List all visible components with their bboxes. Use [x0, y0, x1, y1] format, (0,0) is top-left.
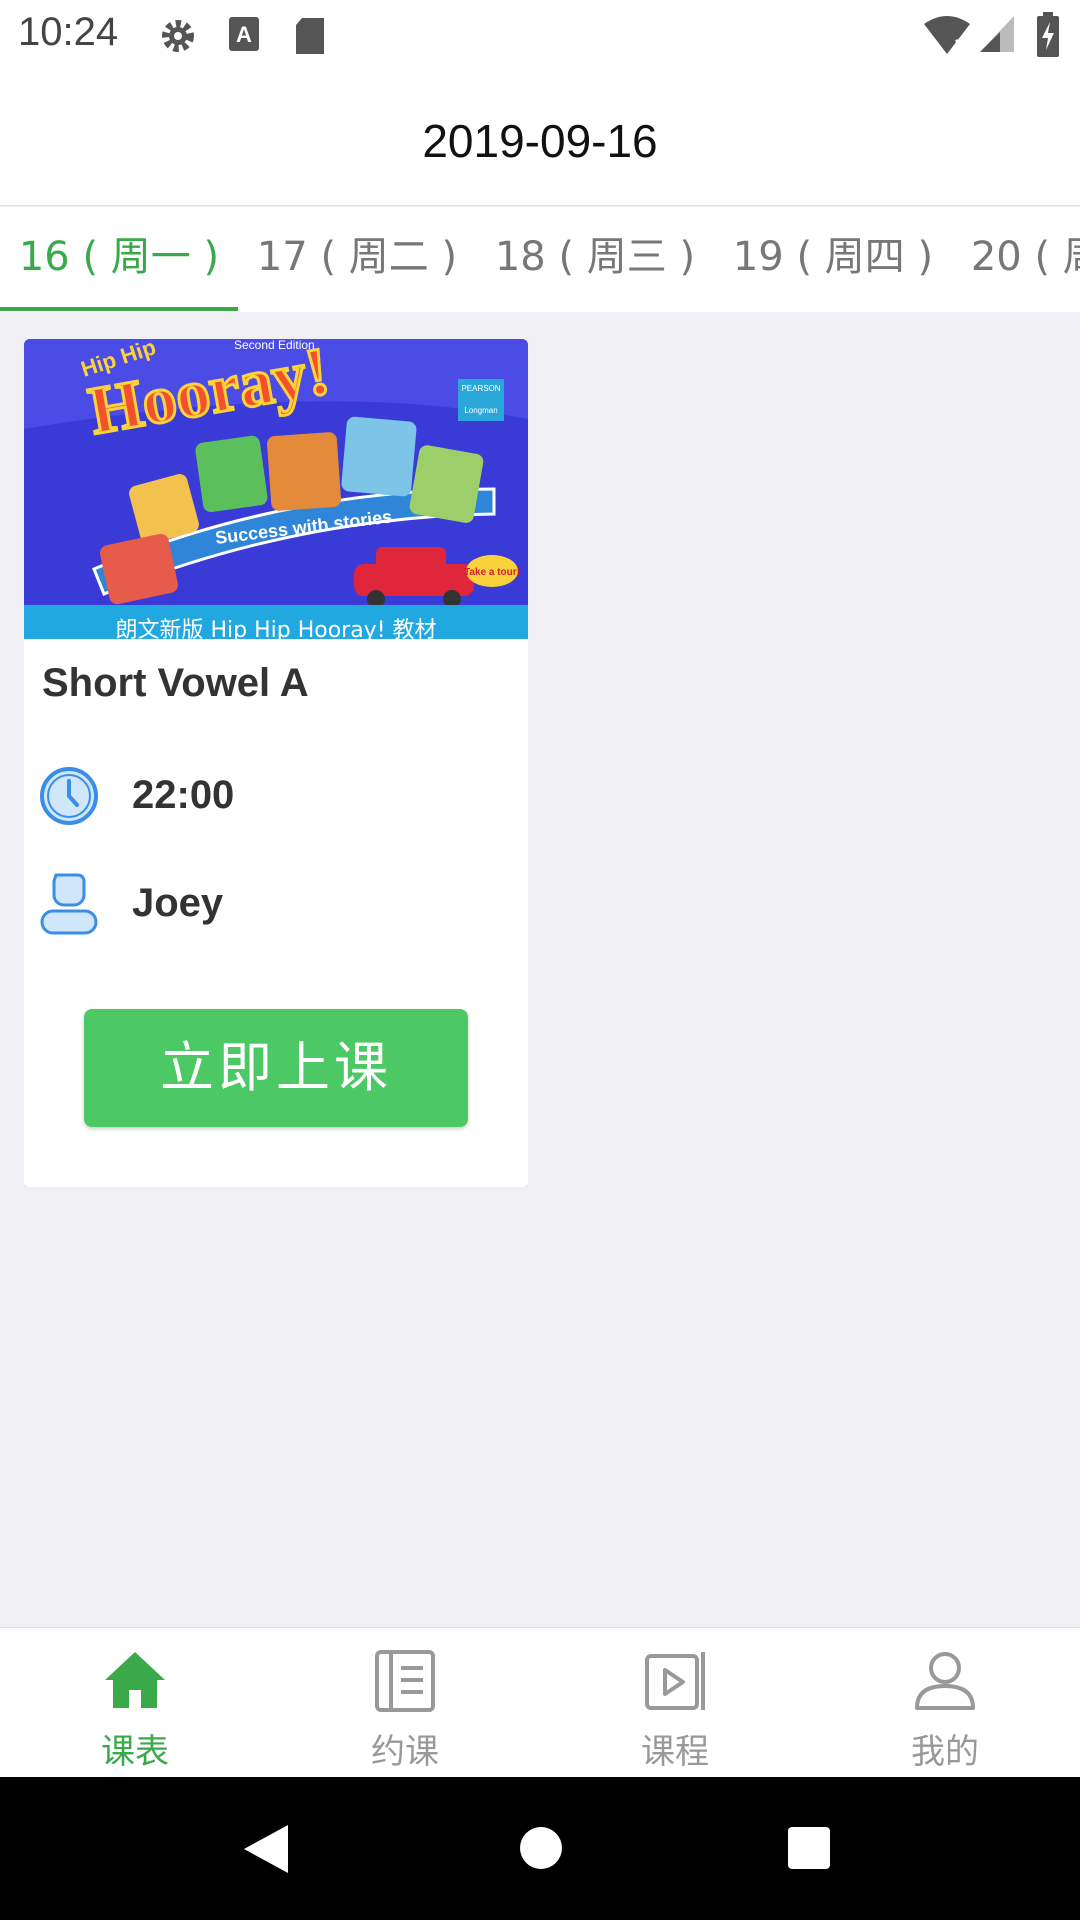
system-nav-bar [0, 1777, 1080, 1920]
cover-publisher: PEARSON [461, 384, 500, 393]
nav-item-courses[interactable]: 课程 [540, 1628, 810, 1778]
teacher-name: Joey [132, 881, 224, 925]
tab-day-18[interactable]: 18 ( 周三 ) [476, 207, 714, 312]
status-bar: 10:24 A [0, 0, 1080, 76]
tab-day-17[interactable]: 17 ( 周二 ) [238, 207, 476, 312]
page-title: 2019-09-16 [422, 115, 658, 167]
nav-label-book-class: 约课 [371, 1732, 439, 1772]
svg-text:A: A [236, 22, 252, 47]
course-cover-image: Hip Hip Hooray! Second Edition Success w… [24, 339, 528, 643]
nav-item-mine[interactable]: 我的 [810, 1628, 1080, 1778]
course-name: Short Vowel A [42, 661, 309, 705]
date-tabs: 16 ( 周一 ) 17 ( 周二 ) 18 ( 周三 ) 19 ( 周四 ) … [0, 207, 1080, 312]
back-icon[interactable] [240, 1821, 292, 1881]
book-icon [373, 1648, 437, 1716]
cover-edition: Second Edition [234, 339, 315, 352]
tab-indicator [0, 307, 238, 311]
video-icon [643, 1648, 707, 1716]
course-time: 22:00 [132, 773, 235, 817]
nav-item-book-class[interactable]: 约课 [270, 1628, 540, 1778]
home-icon [103, 1648, 167, 1716]
course-card[interactable]: Hip Hip Hooray! Second Edition Success w… [24, 339, 528, 1187]
a-notification-icon: A [228, 16, 260, 58]
nav-item-schedule[interactable]: 课表 [0, 1628, 270, 1778]
status-time: 10:24 [18, 10, 119, 54]
tab-day-16[interactable]: 16 ( 周一 ) [0, 207, 238, 312]
nav-label-courses: 课程 [641, 1732, 709, 1772]
sd-card-icon [294, 16, 326, 60]
cover-badge: Take a tour! [464, 567, 520, 578]
settings-icon [158, 16, 198, 60]
start-class-button[interactable]: 立即上课 [84, 1009, 468, 1127]
teacher-icon [38, 869, 100, 943]
recents-icon[interactable] [786, 1825, 832, 1875]
cover-caption: 朗文新版 Hip Hip Hooray! 教材 [115, 618, 436, 639]
signal-icon [978, 14, 1016, 58]
bottom-nav: 课表 约课 课程 我的 [0, 1627, 1080, 1777]
nav-label-schedule: 课表 [101, 1732, 169, 1772]
profile-icon [913, 1648, 977, 1716]
cover-imprint: Longman [464, 406, 497, 415]
wifi-icon [922, 14, 972, 60]
header: 2019-09-16 [0, 76, 1080, 206]
home-button-icon[interactable] [518, 1825, 564, 1875]
nav-label-mine: 我的 [911, 1732, 979, 1772]
clock-icon [38, 765, 100, 831]
tab-day-19[interactable]: 19 ( 周四 ) [714, 207, 952, 312]
battery-charging-icon [1036, 12, 1060, 62]
tab-day-20[interactable]: 20 ( 周五 ) [952, 207, 1080, 312]
